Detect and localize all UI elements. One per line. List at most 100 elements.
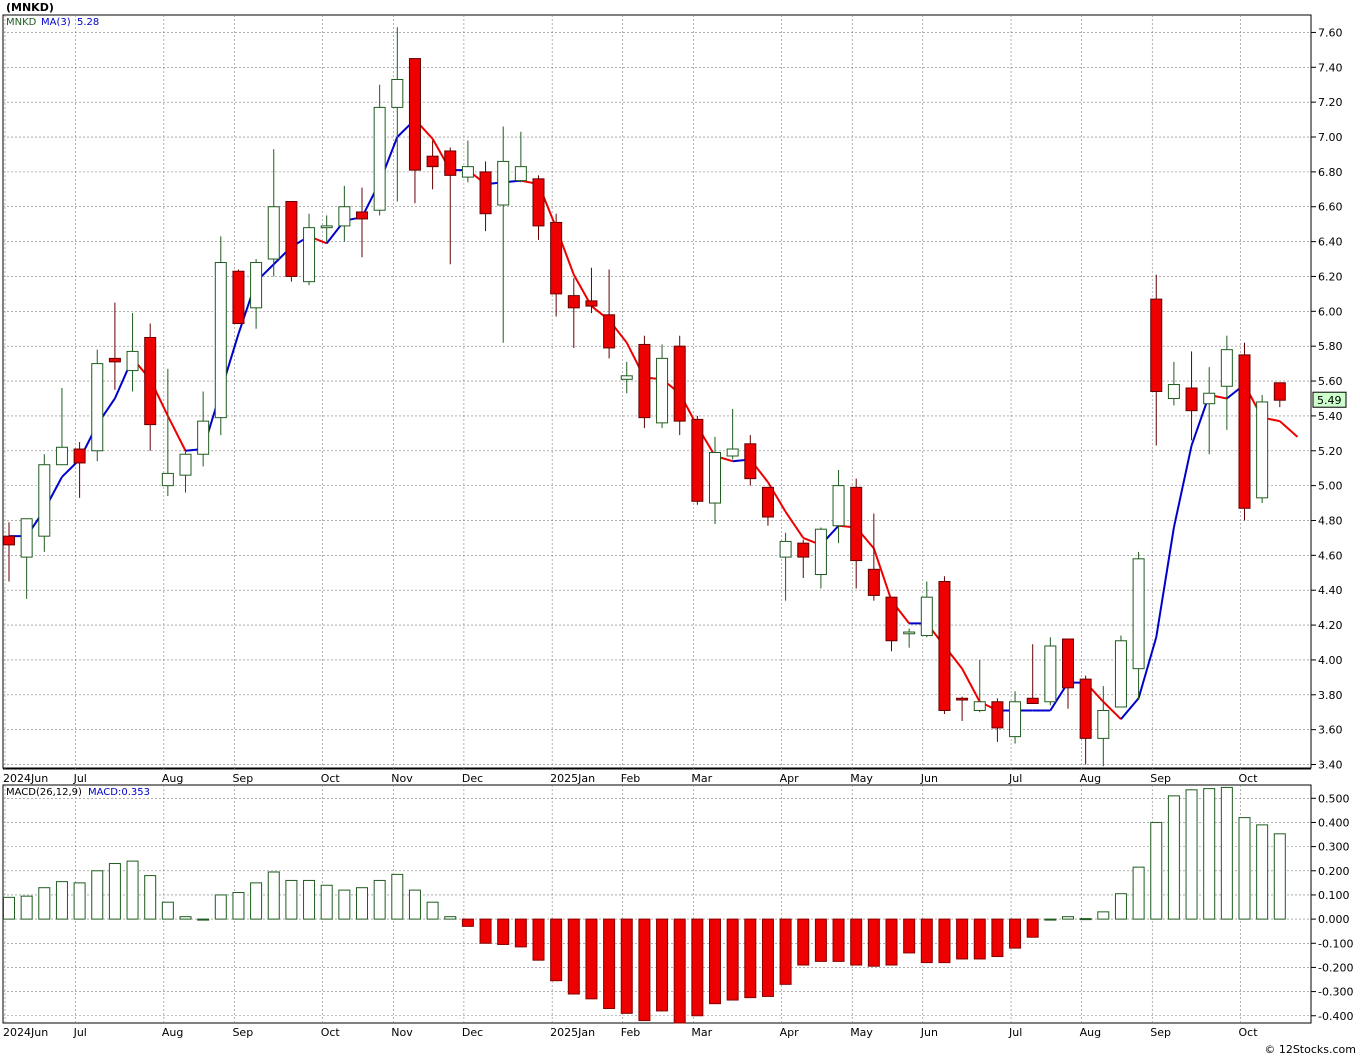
macd-bar (1062, 916, 1074, 920)
y-tick-label: 7.40 (1318, 61, 1343, 74)
macd-bar (232, 892, 245, 920)
y-tick-label: -0.400 (1318, 1010, 1353, 1023)
macd-bar (338, 889, 351, 920)
candle (91, 349, 104, 462)
candle (903, 628, 916, 648)
macd-bar (461, 918, 474, 927)
candle-body (1167, 384, 1180, 399)
y-tick-label: 4.00 (1318, 654, 1343, 667)
candle-body (20, 518, 33, 558)
candle (991, 698, 1004, 742)
candle (267, 149, 280, 277)
macd-bar (497, 918, 510, 945)
candle (426, 140, 439, 190)
x-tick-label: Feb (621, 1026, 640, 1039)
y-tick-label: -0.200 (1318, 961, 1353, 974)
candle (726, 408, 739, 460)
candle-body (320, 225, 333, 229)
x-tick-label: Jun (920, 1026, 938, 1039)
x-tick-label: Jul (73, 1026, 87, 1039)
candle (1062, 638, 1074, 709)
macd-bar (250, 882, 263, 920)
x-tick-label: Jul (73, 772, 87, 785)
x-tick-label: Apr (780, 772, 800, 785)
ma-line-segment (961, 668, 981, 703)
y-tick-label: -0.100 (1318, 937, 1353, 950)
candle-body (426, 155, 439, 168)
candle-body (91, 363, 104, 452)
macd-bar (973, 918, 986, 960)
candle (885, 596, 898, 652)
macd-bar (532, 918, 545, 961)
x-tick-label: Oct (321, 1026, 341, 1039)
candle-body (303, 227, 316, 283)
candle-body (144, 336, 157, 426)
y-tick-label: -0.300 (1318, 986, 1353, 999)
candle (38, 454, 51, 552)
x-tick-label: Oct (1239, 1026, 1259, 1039)
macd-bar (267, 871, 280, 920)
x-tick-label: Dec (462, 1026, 483, 1039)
macd-bar (303, 879, 316, 920)
macd-bar (179, 916, 192, 920)
candle-body (1044, 645, 1057, 703)
candle (55, 388, 68, 466)
y-tick-label: 3.40 (1318, 759, 1343, 772)
candle-body (973, 701, 986, 711)
x-tick-label: Aug (162, 772, 183, 785)
macd-bar (1044, 918, 1057, 921)
ma-line-segment (166, 415, 187, 452)
macd-bar (726, 918, 739, 1001)
macd-bar (744, 918, 757, 999)
candle-body (1238, 354, 1251, 509)
ma-line-segment (1155, 527, 1175, 638)
candle (1203, 367, 1216, 455)
macd-bar (1238, 817, 1251, 920)
macd-bar (567, 918, 580, 995)
candle (585, 267, 598, 314)
y-tick-label: 0.100 (1318, 889, 1350, 902)
candle-body (108, 357, 121, 363)
candle-body (761, 486, 774, 518)
candle-body (673, 345, 686, 422)
candle-body (214, 262, 227, 419)
macd-bar (3, 896, 15, 920)
macd-bar (55, 881, 68, 920)
macd-bar (73, 882, 86, 920)
candle (356, 187, 368, 258)
ma-line-segment (1279, 420, 1299, 438)
candle (638, 335, 651, 429)
x-tick-label: Apr (780, 1026, 800, 1039)
macd-bar (956, 918, 969, 960)
macd-bar (1220, 786, 1233, 920)
x-tick-label: May (850, 772, 873, 785)
candle (1238, 342, 1251, 521)
x-tick-label: Aug (162, 1026, 183, 1039)
candle-body (179, 453, 192, 476)
candle (20, 518, 33, 599)
candle-body (285, 201, 298, 277)
candle (938, 576, 951, 714)
candle-body (903, 631, 916, 635)
legend-symbol: MNKD (6, 17, 37, 28)
candle-body (991, 701, 1004, 729)
y-tick-label: 6.80 (1318, 166, 1343, 179)
candle-body (585, 300, 598, 307)
macd-bar (1167, 795, 1180, 920)
x-tick-label: 2024Jun (3, 1026, 48, 1039)
candle (1132, 551, 1145, 701)
macd-bar (214, 894, 227, 920)
y-tick-label: 0.400 (1318, 816, 1350, 829)
candle-body (1009, 701, 1022, 738)
macd-bar (550, 918, 563, 982)
candle (126, 313, 139, 392)
macd-bar (620, 918, 633, 1014)
x-tick-label: Nov (391, 772, 413, 785)
y-tick-label: 7.20 (1318, 96, 1343, 109)
candle-body (1132, 558, 1145, 670)
candle-body (1150, 298, 1163, 392)
candle-body (479, 171, 492, 215)
candle-body (709, 452, 721, 504)
macd-bar (108, 863, 121, 920)
macd-bar (126, 860, 139, 920)
